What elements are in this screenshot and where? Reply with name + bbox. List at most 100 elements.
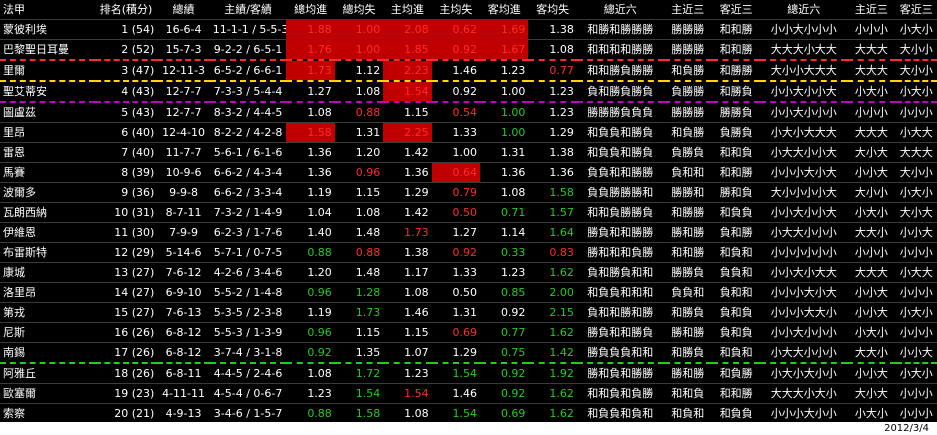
- last6-over-under: 小小大小小小: [760, 19, 848, 40]
- away-last3-over-under: 大小小: [895, 162, 937, 183]
- last6-over-under: 小小小大大小: [760, 302, 848, 323]
- overall-record: 6-8-12: [157, 322, 210, 343]
- last6-over-under: 小大大小小大: [760, 142, 848, 163]
- avg-stat-cell: 1.23: [480, 60, 529, 82]
- overall-record: 4-9-13: [157, 403, 210, 424]
- rank-points: 8 (39): [94, 162, 158, 183]
- table-body: 蒙彼利埃 1 (54) 16-6-4 11-1-1 / 5-5-3 1.88 1.00 2.…: [0, 19, 937, 424]
- away-last3-form: 負和負: [711, 322, 761, 343]
- avg-stat-cell: 1.58: [334, 403, 384, 424]
- avg-stat-cell: 1.54: [431, 363, 481, 384]
- avg-stat-cell: 0.96: [286, 322, 335, 343]
- table-row: 索察 20 (21) 4-9-13 3-4-6 / 1-5-7 0.88 1.58 1.08…: [0, 403, 937, 424]
- table-row: 圖盧茲 5 (43) 12-7-7 8-3-2 / 4-4-5 1.08 0.88 1.15…: [0, 102, 937, 123]
- last6-over-under: 小小大小小大: [760, 202, 848, 223]
- avg-stat-cell: 1.46: [431, 383, 481, 404]
- team-name: 瓦朗西納: [0, 202, 95, 223]
- avg-stat-cell: 1.20: [334, 142, 384, 163]
- home-last3-form: 勝和勝: [663, 222, 712, 243]
- rank-points: 17 (26): [94, 342, 158, 364]
- standings-panel: 法甲 排名(積分) 總績 主績/客績 總均進 總均失 主均進 主均失 客均進 客均失 總近六 主近三客…: [0, 0, 937, 435]
- avg-stat-cell: 1.67: [480, 39, 529, 61]
- home-last3-form: 負負和: [663, 282, 712, 303]
- last6-form: 負和和勝和勝: [576, 302, 664, 323]
- away-last3-form: 負和和: [711, 282, 761, 303]
- avg-stat-cell: 1.08: [286, 363, 335, 384]
- overall-record: 12-11-3: [157, 60, 210, 82]
- avg-stat-cell: 1.85: [383, 39, 432, 61]
- avg-stat-cell: 1.19: [286, 182, 335, 203]
- avg-stat-cell: 0.92: [431, 39, 481, 61]
- home-last3-form: 負勝勝: [663, 81, 712, 103]
- avg-stat-cell: 1.31: [480, 142, 529, 163]
- rank-points: 2 (52): [94, 39, 158, 61]
- team-name: 洛里昂: [0, 282, 95, 303]
- last6-form: 和負負和負和: [576, 403, 664, 424]
- avg-stat-cell: 1.29: [431, 342, 481, 364]
- table-row: 尼斯 16 (26) 6-8-12 5-5-3 / 1-3-9 0.96 1.15 1.15…: [0, 322, 937, 343]
- home-last3-over-under: 大大大: [847, 122, 896, 143]
- avg-stat-cell: 1.64: [528, 222, 577, 243]
- table-row: 波爾多 9 (36) 9-9-8 6-6-2 / 3-3-4 1.19 1.15 1.29 0…: [0, 182, 937, 203]
- home-last3-form: 和和勝: [663, 242, 712, 263]
- avg-stat-cell: 1.28: [334, 282, 384, 303]
- last6-form: 勝和負和勝勝: [576, 363, 664, 384]
- avg-stat-cell: 1.73: [286, 60, 335, 82]
- rank-points: 15 (27): [94, 302, 158, 323]
- last6-form: 勝負和和勝負: [576, 322, 664, 343]
- away-last3-over-under: 小大大: [895, 262, 937, 283]
- avg-stat-cell: 1.07: [383, 342, 432, 364]
- home-away-record: 8-3-2 / 4-4-5: [209, 102, 287, 123]
- away-last3-form: 和和勝: [711, 383, 761, 404]
- avg-stat-cell: 2.08: [383, 19, 432, 40]
- avg-stat-cell: 1.04: [286, 202, 335, 223]
- overall-record: 7-9-9: [157, 222, 210, 243]
- avg-stat-cell: 0.92: [431, 242, 481, 263]
- last6-over-under: 小小小小小小: [760, 242, 848, 263]
- home-last3-over-under: 小小大: [847, 282, 896, 303]
- avg-stat-cell: 0.75: [480, 342, 529, 364]
- team-name: 蒙彼利埃: [0, 19, 95, 40]
- avg-stat-cell: 0.92: [431, 81, 481, 103]
- away-last3-form: 和和勝: [711, 39, 761, 61]
- rank-points: 12 (29): [94, 242, 158, 263]
- avg-stat-cell: 1.57: [528, 202, 577, 223]
- last6-form: 勝負負負和和: [576, 342, 664, 364]
- home-last3-over-under: 大小小: [847, 182, 896, 203]
- last6-over-under: 小小大小小小: [760, 322, 848, 343]
- home-away-record: 3-4-6 / 1-5-7: [209, 403, 287, 424]
- last6-over-under: 小大大小小小: [760, 222, 848, 243]
- away-last3-form: 勝勝負: [711, 102, 761, 123]
- away-last3-form: 和勝負: [711, 81, 761, 103]
- avg-stat-cell: 1.15: [383, 102, 432, 123]
- away-last3-over-under: 小大小: [895, 81, 937, 103]
- home-away-record: 4-4-5 / 2-4-6: [209, 363, 287, 384]
- home-last3-over-under: 小小小: [847, 19, 896, 40]
- avg-stat-cell: 0.50: [431, 202, 481, 223]
- rank-points: 3 (47): [94, 60, 158, 82]
- home-last3-over-under: 大大小: [847, 222, 896, 243]
- home-away-record: 7-3-2 / 1-4-9: [209, 202, 287, 223]
- last6-form: 負負勝勝勝和: [576, 182, 664, 203]
- last6-over-under: 小大大小小小: [760, 342, 848, 364]
- overall-record: 10-9-6: [157, 162, 210, 183]
- rank-points: 6 (40): [94, 122, 158, 143]
- overall-record: 15-7-3: [157, 39, 210, 61]
- home-last3-over-under: 小小大: [847, 162, 896, 183]
- away-last3-form: 和負勝: [711, 363, 761, 384]
- home-last3-over-under: 小大小: [847, 322, 896, 343]
- home-last3-over-under: 大大大: [847, 60, 896, 82]
- avg-stat-cell: 1.38: [528, 142, 577, 163]
- avg-stat-cell: 1.15: [334, 182, 384, 203]
- team-name: 巴黎聖日耳曼: [0, 39, 95, 61]
- avg-stat-cell: 1.73: [383, 222, 432, 243]
- home-away-record: 5-5-2 / 1-4-8: [209, 282, 287, 303]
- avg-stat-cell: 1.62: [528, 322, 577, 343]
- last6-form: 勝勝勝負負負: [576, 102, 664, 123]
- away-last3-over-under: 小小小: [895, 383, 937, 404]
- away-last3-over-under: 小大小: [895, 182, 937, 203]
- table-row: 歐塞爾 19 (23) 4-11-11 4-5-4 / 0-6-7 1.23 1.54 1.…: [0, 383, 937, 404]
- avg-stat-cell: 1.00: [480, 102, 529, 123]
- avg-stat-cell: 0.64: [431, 162, 481, 183]
- home-last3-over-under: 小小小: [847, 242, 896, 263]
